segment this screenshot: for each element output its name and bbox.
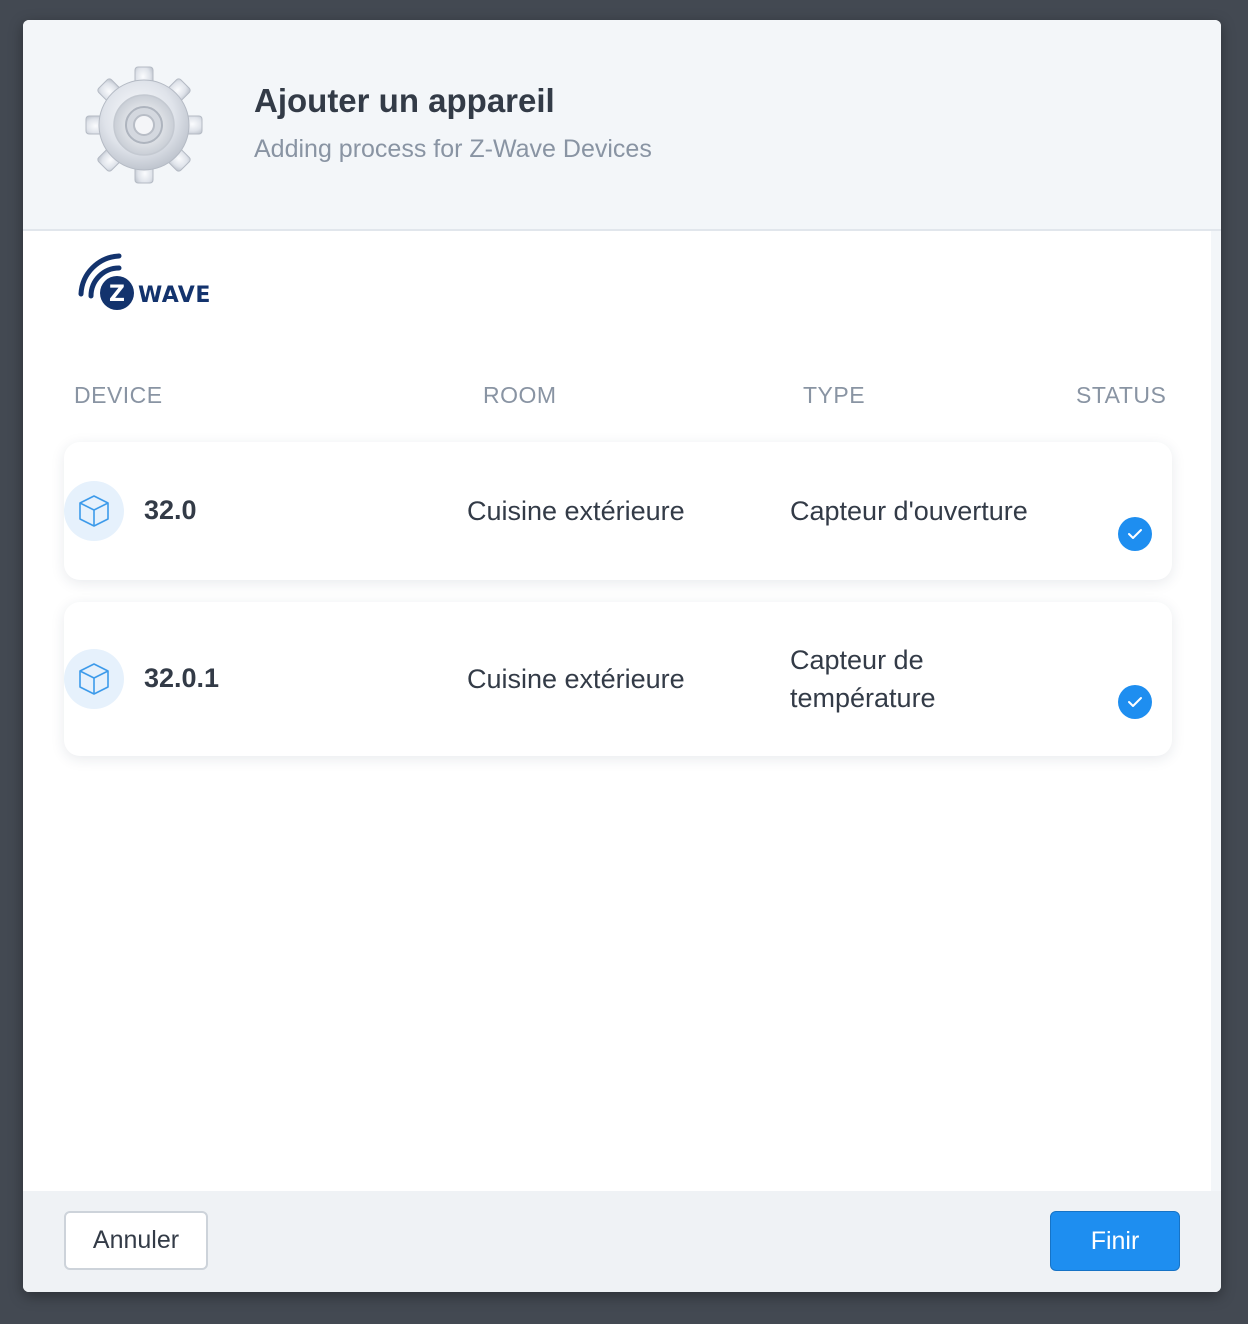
cancel-button[interactable]: Annuler <box>64 1211 208 1270</box>
type-cell: Capteur d'ouverture <box>790 496 1028 526</box>
dialog-subtitle: Adding process for Z-Wave Devices <box>254 135 652 163</box>
column-header-type: TYPE <box>803 382 866 408</box>
gear-icon <box>85 66 203 184</box>
dialog-footer: Annuler Finir <box>23 1191 1221 1292</box>
add-device-dialog: Ajouter un appareil Adding process for Z… <box>23 20 1221 1292</box>
table-row[interactable]: 32.0.1 Cuisine extérieure Capteur de tem… <box>64 602 1172 756</box>
device-name: 32.0 <box>144 495 197 525</box>
column-header-device: DEVICE <box>74 382 163 408</box>
cube-icon <box>64 481 124 541</box>
cube-icon <box>64 649 124 709</box>
dialog-header: Ajouter un appareil Adding process for Z… <box>23 20 1221 231</box>
room-cell: Cuisine extérieure <box>467 496 685 526</box>
column-header-status: STATUS <box>1076 382 1167 408</box>
table-row[interactable]: 32.0 Cuisine extérieure Capteur d'ouvert… <box>64 442 1172 580</box>
dialog-title: Ajouter un appareil <box>254 82 555 119</box>
scrollbar[interactable] <box>1211 231 1221 1191</box>
column-header-room: ROOM <box>483 382 557 408</box>
device-name: 32.0.1 <box>144 663 220 693</box>
room-cell: Cuisine extérieure <box>467 664 685 694</box>
svg-text:Z: Z <box>109 282 125 307</box>
type-cell: Capteur de température <box>790 645 936 713</box>
finish-button[interactable]: Finir <box>1050 1211 1180 1271</box>
check-icon <box>1118 517 1152 551</box>
check-icon <box>1118 685 1152 719</box>
zwave-logo: Z WAVE <box>78 253 211 310</box>
svg-text:WAVE: WAVE <box>138 283 211 308</box>
